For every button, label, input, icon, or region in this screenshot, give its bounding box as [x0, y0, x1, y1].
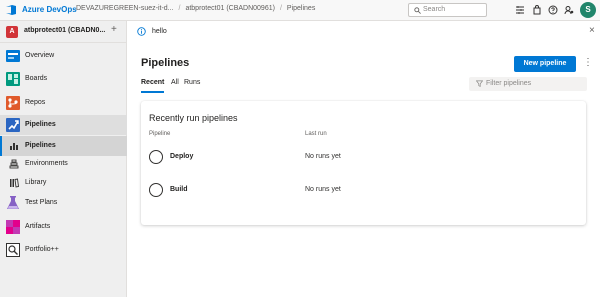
sidebar-item-label: Pipelines [25, 142, 56, 149]
sidebar-item-artifacts[interactable]: Artifacts [0, 217, 127, 237]
breadcrumb-separator: / [178, 5, 181, 12]
banner-message: hello [152, 28, 167, 35]
test-plans-icon [7, 196, 19, 209]
sidebar-item-boards[interactable]: Boards [0, 69, 127, 89]
user-settings-icon[interactable] [564, 5, 574, 15]
sidebar-item-label: Pipelines [25, 121, 56, 128]
last-run-value: No runs yet [305, 153, 341, 160]
filter-icon [476, 80, 483, 87]
sidebar-item-label: Library [25, 179, 47, 186]
azure-devops-logo-icon[interactable] [5, 4, 17, 16]
column-header-last-run: Last run [305, 131, 327, 137]
pipeline-name[interactable]: Deploy [170, 153, 193, 160]
breadcrumb-pipelines[interactable]: Pipelines [287, 5, 315, 12]
list-settings-icon[interactable] [515, 5, 525, 15]
sidebar-item-label: Environments [25, 160, 68, 167]
main-content: hello × Pipelines New pipeline ⋮ Recent … [128, 21, 600, 297]
repos-icon [6, 96, 20, 110]
project-name[interactable]: atbprotect01 (CBADN0... [24, 27, 105, 34]
sidebar-item-environments[interactable]: Environments [0, 154, 127, 174]
tab-all[interactable]: All [171, 79, 179, 86]
breadcrumb-separator: / [279, 5, 282, 12]
sidebar: A atbprotect01 (CBADN0... + Overview Boa… [0, 21, 127, 297]
sidebar-item-label: Test Plans [25, 199, 58, 206]
breadcrumb: DEVAZUREGREEN-suez-it-d... / atbprotect01 … [76, 5, 315, 12]
info-banner: hello × [128, 21, 600, 43]
close-icon[interactable]: × [589, 25, 595, 36]
sidebar-item-pipelines-sub[interactable]: Pipelines [0, 136, 127, 156]
sidebar-item-portfolio[interactable]: Portfolio++ [0, 240, 127, 260]
tab-runs[interactable]: Runs [184, 79, 200, 86]
brand-name[interactable]: Azure DevOps [22, 5, 77, 14]
project-selector[interactable]: A atbprotect01 (CBADN0... + [0, 21, 127, 43]
avatar[interactable]: S [580, 2, 596, 18]
sidebar-item-library[interactable]: Library [0, 173, 127, 193]
add-icon[interactable]: + [111, 24, 117, 35]
table-row[interactable]: Build No runs yet [141, 179, 586, 201]
pipelines-sub-icon [10, 143, 18, 150]
card-title: Recently run pipelines [149, 113, 238, 123]
shopping-bag-icon[interactable] [532, 5, 542, 15]
sidebar-item-label: Repos [25, 99, 46, 106]
top-header: Azure DevOps DEVAZUREGREEN-suez-it-d... /… [0, 0, 600, 21]
boards-icon [6, 72, 20, 86]
sidebar-item-label: Overview [25, 52, 55, 59]
breadcrumb-project[interactable]: atbprotect01 (CBADN00961) [185, 5, 275, 12]
artifacts-icon [6, 220, 20, 234]
pipelines-icon [6, 118, 20, 132]
status-circle-icon [149, 183, 163, 197]
sidebar-item-test-plans[interactable]: Test Plans [0, 193, 127, 213]
pipeline-name[interactable]: Build [170, 186, 188, 193]
sidebar-item-label: Artifacts [25, 223, 51, 230]
environments-icon [9, 159, 19, 169]
sidebar-item-label: Boards [25, 75, 48, 82]
new-pipeline-button[interactable]: New pipeline [514, 56, 576, 72]
more-options-icon[interactable]: ⋮ [583, 57, 593, 68]
library-icon [10, 178, 19, 188]
status-circle-icon [149, 150, 163, 164]
tab-recent[interactable]: Recent [141, 79, 165, 93]
sidebar-item-repos[interactable]: Repos [0, 93, 127, 113]
info-icon [137, 27, 146, 36]
recent-pipelines-card: Recently run pipelines Pipeline Last run… [141, 101, 586, 225]
search-placeholder: Search [423, 6, 446, 13]
breadcrumb-organization[interactable]: DEVAZUREGREEN-suez-it-d... [76, 5, 174, 12]
help-icon[interactable] [548, 5, 558, 15]
last-run-value: No runs yet [305, 186, 341, 193]
page-title: Pipelines [141, 57, 190, 69]
search-input[interactable]: Search [408, 3, 487, 17]
sidebar-item-label: Portfolio++ [25, 246, 59, 253]
portfolio-icon [6, 243, 20, 257]
project-badge: A [6, 26, 18, 38]
filter-input[interactable]: Filter pipelines [469, 77, 587, 91]
filter-placeholder: Filter pipelines [486, 80, 532, 87]
column-header-pipeline: Pipeline [149, 131, 171, 137]
sidebar-item-pipelines[interactable]: Pipelines [0, 115, 127, 135]
overview-icon [6, 50, 20, 62]
search-icon [414, 7, 421, 14]
table-row[interactable]: Deploy No runs yet [141, 146, 586, 168]
sidebar-item-overview[interactable]: Overview [0, 46, 127, 66]
